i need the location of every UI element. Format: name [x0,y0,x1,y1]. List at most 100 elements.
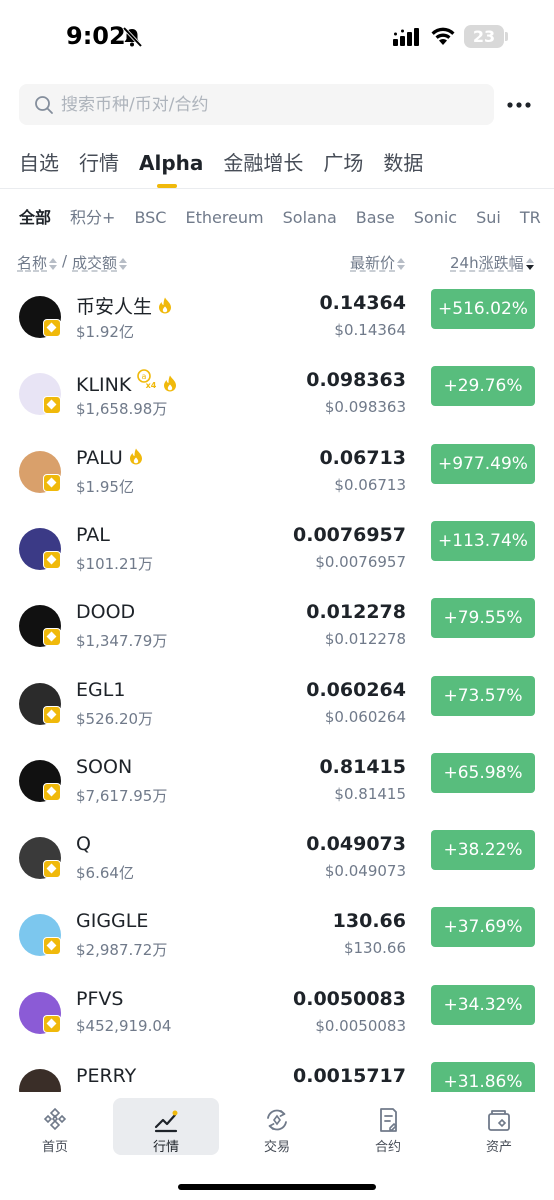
token-price: 0.0076957 [293,523,406,546]
markets-icon [154,1110,178,1133]
nav-item-0[interactable]: 首页 [2,1098,108,1155]
nav-label: 交易 [263,1140,290,1155]
svg-text:a: a [142,372,147,381]
chain-tab-7[interactable]: Sui [476,205,501,233]
token-price: 0.81415 [319,755,406,778]
volume-header-label: 成交额 [72,254,118,272]
hot-flame-icon [159,297,172,314]
change-badge[interactable]: +113.74% [431,520,535,561]
token-symbol: PALU [76,446,123,469]
bnb-chain-badge-icon [43,628,61,647]
token-symbol: PFVS [76,987,124,1010]
token-row[interactable]: EGL1 $526.20万 0.060264 $0.060264 +73.57% [0,674,554,751]
change-badge[interactable]: +37.69% [431,907,535,948]
token-symbol: KLINK [76,374,132,397]
token-symbol: EGL1 [76,678,126,701]
nav-item-2[interactable]: 交易 [224,1098,330,1155]
token-symbol: 币安人生 [76,296,153,318]
token-symbol: SOON [76,755,133,778]
search-input[interactable] [61,84,481,125]
change-column-header[interactable]: 24h涨跌幅 [450,252,534,273]
battery-tip [505,32,508,41]
token-name: PFVS [76,988,123,1010]
tab-4[interactable]: 广场 [323,148,363,188]
tab-0[interactable]: 自选 [19,148,59,188]
token-row[interactable]: DOOD $1,347.79万 0.012278 $0.012278 +79.55% [0,596,554,673]
chain-tab-1[interactable]: 积分+ [70,205,115,233]
bnb-chain-badge-icon [43,860,61,879]
token-price-usd: $0.0076957 [315,552,406,571]
token-price-usd: $0.049073 [324,862,406,881]
sort-icon [119,257,128,270]
token-row[interactable]: KLINK a x4 $1,658.98万 0.098363 $0.098363 +29.7… [0,364,554,441]
chain-tab-6[interactable]: Sonic [414,205,457,233]
tab-2[interactable]: Alpha [139,148,203,188]
change-badge[interactable]: +977.49% [431,443,535,484]
bnb-chain-badge-icon [43,396,61,415]
change-badge[interactable]: +79.55% [431,598,535,639]
token-volume: $6.64亿 [76,864,134,883]
token-volume: $452,919.04 [76,1016,172,1035]
token-name: PERRY [76,1065,136,1087]
name-header-label: 名称 [17,254,48,272]
token-volume: $1,658.98万 [76,400,168,419]
status-bar: 9:02 23 [0,0,554,72]
search-box[interactable] [19,84,494,125]
token-row[interactable]: SOON $7,617.95万 0.81415 $0.81415 +65.98% [0,751,554,828]
change-header-label: 24h涨跌幅 [450,254,524,272]
volume-column-header[interactable]: 成交额 [72,252,128,273]
futures-icon [380,1108,397,1132]
home-icon [43,1107,67,1131]
token-row[interactable]: Q $6.64亿 0.049073 $0.049073 +38.22% [0,828,554,905]
chain-tab-3[interactable]: Ethereum [185,205,263,233]
change-badge[interactable]: +516.02% [431,289,535,329]
token-price-usd: $0.14364 [334,321,406,339]
change-badge[interactable]: +29.76% [431,366,535,407]
token-row[interactable]: GIGGLE $2,987.72万 130.66 $130.66 +37.69% [0,905,554,982]
chain-tab-8[interactable]: TR [520,205,541,233]
token-row[interactable]: PFVS $452,919.04 0.0050083 $0.0050083 +34.32… [0,983,554,1060]
bnb-chain-badge-icon [43,473,61,492]
token-name: PAL [76,524,110,546]
nav-item-3[interactable]: 合约 [335,1098,441,1155]
tab-1[interactable]: 行情 [79,148,119,188]
token-row[interactable]: 币安人生 $1.92亿 0.14364 $0.14364 +516.02% [0,287,554,364]
hot-flame-icon [164,375,177,392]
nav-item-1[interactable]: 行情 [113,1098,219,1155]
chain-tab-5[interactable]: Base [356,205,395,233]
chain-tab-0[interactable]: 全部 [19,205,51,233]
token-symbol: Q [76,833,91,856]
change-badge[interactable]: +65.98% [431,752,535,793]
token-row[interactable]: PAL $101.21万 0.0076957 $0.0076957 +113.74% [0,519,554,596]
token-name: GIGGLE [76,910,148,932]
change-badge[interactable]: +38.22% [431,830,535,871]
chain-tab-4[interactable]: Solana [283,205,337,233]
tab-5[interactable]: 数据 [383,148,423,188]
tab-3[interactable]: 金融增长 [223,148,303,188]
nav-item-4[interactable]: 资产 [446,1098,552,1155]
price-header-label: 最新价 [350,254,396,272]
token-price-usd: $0.06713 [334,475,406,494]
change-badge[interactable]: +73.57% [431,675,535,716]
wallet-icon [488,1110,510,1131]
token-name: EGL1 [76,679,125,701]
token-volume: $526.20万 [76,709,154,728]
token-price-usd: $0.81415 [334,784,406,803]
more-icon[interactable] [506,94,532,116]
token-price: 0.060264 [306,678,406,701]
name-column-header[interactable]: 名称 [17,252,58,273]
token-price: 0.0050083 [293,987,406,1010]
token-row[interactable]: PALU $1.95亿 0.06713 $0.06713 +977.49% [0,442,554,519]
header-separator: / [62,252,68,270]
points-multiplier-icon: ax4 [137,369,157,389]
token-price: 130.66 [332,910,406,933]
token-price-usd: $130.66 [343,939,406,958]
token-name: SOON [76,756,132,778]
token-name: KLINK a x4 [76,369,177,396]
token-symbol: GIGGLE [76,910,149,933]
price-column-header[interactable]: 最新价 [350,252,406,273]
chain-tab-2[interactable]: BSC [134,205,166,233]
bnb-chain-badge-icon [43,1014,61,1033]
change-badge[interactable]: +34.32% [431,984,535,1025]
status-time: 9:02 [66,22,126,50]
